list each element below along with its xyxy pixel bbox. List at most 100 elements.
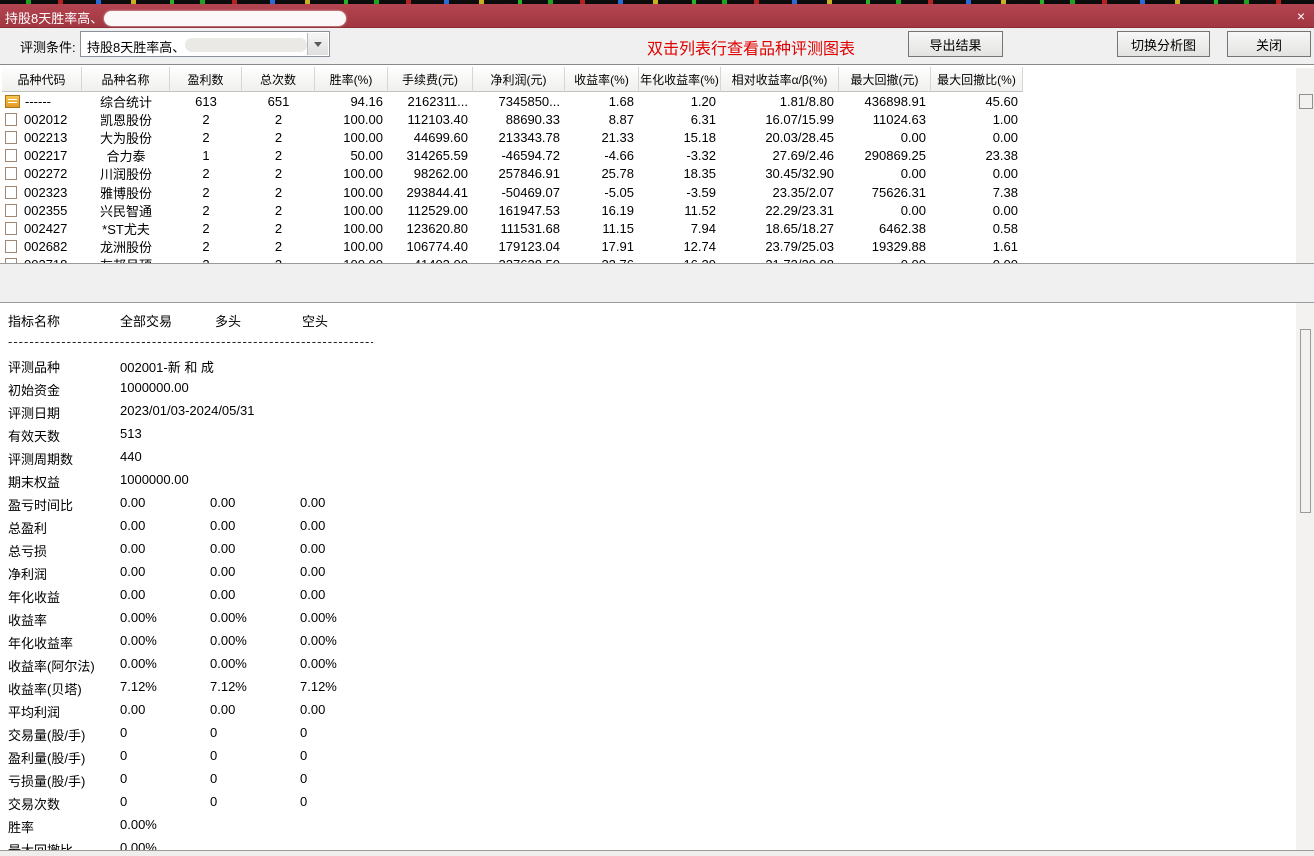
scrollbar-thumb[interactable] [1300,329,1311,513]
stat-value: 0 [300,748,307,763]
row-checkbox[interactable] [5,222,17,235]
table-cell: 1.20 [639,94,721,109]
stat-value: 7.12% [300,679,337,694]
column-header[interactable]: 品种名称 [82,67,170,92]
table-cell: 2 [170,166,242,181]
stock-code-cell: 002355 [2,203,82,218]
stat-value: 0.00 [300,518,325,533]
stat-row: 评测品种002001-新 和 成 [8,357,1278,377]
stat-label: 期末权益 [8,472,60,491]
table-cell: 213343.78 [473,130,565,145]
stat-value: 0.00% [210,633,247,648]
table-row[interactable]: 002012凯恩股份22100.00112103.4088690.338.876… [2,110,1032,128]
stat-value: 0.00% [120,656,157,671]
bottom-edge-strip [0,850,1314,856]
table-row[interactable]: 002427*ST尤夫22100.00123620.80111531.6811.… [2,219,1032,237]
stat-value: 0.00 [300,587,325,602]
stat-value: 0.00 [210,702,235,717]
column-header[interactable]: 盈利数 [170,67,242,92]
redaction-blob [104,11,346,26]
stock-code: 002323 [24,185,67,200]
export-results-button[interactable]: 导出结果 [908,31,1003,57]
stat-label: 收益率(阿尔法) [8,656,95,675]
switch-analysis-chart-button[interactable]: 切换分析图 [1117,31,1210,57]
table-row[interactable]: 002355兴民智通22100.00112529.00161947.5316.1… [2,201,1032,219]
row-checkbox[interactable] [5,149,17,162]
row-checkbox[interactable] [5,131,17,144]
table-scrollbar[interactable] [1296,68,1314,263]
table-row[interactable]: 002718友邦吊顶22100.0041402.00227638.5022.76… [2,256,1032,263]
column-header[interactable]: 手续费(元) [388,67,473,92]
table-cell: 7.94 [639,221,721,236]
stock-code-cell: 002323 [2,185,82,200]
condition-combobox[interactable]: 持股8天胜率高、 [80,31,330,57]
stat-label: 总盈利 [8,518,47,537]
double-click-hint: 双击列表行查看品种评测图表 [647,35,855,59]
row-checkbox[interactable] [5,240,17,253]
table-row[interactable]: 002272川润股份22100.0098262.00257846.9125.78… [2,165,1032,183]
stat-value: 0.00% [210,656,247,671]
column-header[interactable]: 总次数 [242,67,315,92]
table-row[interactable]: 002682龙洲股份22100.00106774.40179123.0417.9… [2,238,1032,256]
table-cell: 111531.68 [473,221,565,236]
table-cell: -5.05 [565,185,639,200]
scrollbar-thumb[interactable] [1299,94,1313,109]
table-cell: 21.33 [565,130,639,145]
close-icon[interactable]: × [1292,7,1310,25]
stock-name: 友邦吊顶 [82,255,170,263]
row-checkbox[interactable] [5,113,17,126]
column-header[interactable]: 收益率(%) [565,67,639,92]
row-checkbox[interactable] [5,167,17,180]
table-cell: 2 [170,130,242,145]
stats-header: 指标名称 [8,311,60,330]
column-header[interactable]: 最大回撤比(%) [931,67,1023,92]
table-cell: 0.00 [839,203,931,218]
table-cell: 100.00 [315,112,388,127]
stat-value: 0 [300,771,307,786]
stock-name: 龙洲股份 [82,237,170,256]
table-cell: 123620.80 [388,221,473,236]
column-header[interactable]: 年化收益率(%) [639,67,721,92]
close-button[interactable]: 关闭 [1227,31,1311,57]
stock-code: 002213 [24,130,67,145]
column-header[interactable]: 相对收益率α/β(%) [721,67,839,92]
stat-row: 评测日期2023/01/03-2024/05/31 [8,403,1278,423]
stat-label: 总亏损 [8,541,47,560]
stat-value: 7.12% [210,679,247,694]
table-cell: 1.81/8.80 [721,94,839,109]
stock-code-cell: 002682 [2,239,82,254]
combobox-dropdown-button[interactable] [307,33,328,55]
stat-value: 0.00% [120,817,157,832]
column-header[interactable]: 净利润(元) [473,67,565,92]
row-checkbox[interactable] [5,204,17,217]
column-header[interactable]: 最大回撤(元) [839,67,931,92]
table-cell: 7.38 [931,185,1023,200]
table-cell: 0.00 [931,166,1023,181]
column-header[interactable]: 胜率(%) [315,67,388,92]
stock-code: 002217 [24,148,67,163]
table-row[interactable]: ------综合统计61365194.162162311...7345850..… [2,92,1032,110]
stock-name: 雅博股份 [82,183,170,202]
table-row[interactable]: 002213大为股份22100.0044699.60213343.7821.33… [2,128,1032,146]
stat-value: 7.12% [120,679,157,694]
row-checkbox[interactable] [5,186,17,199]
stock-code: 002427 [24,221,67,236]
table-row[interactable]: 002217合力泰1250.00314265.59-46594.72-4.66-… [2,147,1032,165]
table-cell: 18.35 [639,166,721,181]
stat-value: 0 [300,725,307,740]
table-row[interactable]: 002323雅博股份22100.00293844.41-50469.07-5.0… [2,183,1032,201]
table-cell: 20.03/28.45 [721,130,839,145]
table-cell: 6.31 [639,112,721,127]
table-cell: 2 [170,185,242,200]
stat-label: 收益率(贝塔) [8,679,82,698]
column-header[interactable]: 品种代码 [2,67,82,92]
stat-row: 收益率0.00%0.00%0.00% [8,610,1278,630]
stat-value: 0.00 [120,518,145,533]
table-cell: 651 [242,94,315,109]
stat-label: 亏损量(股/手) [8,771,85,790]
stat-row: 评测周期数440 [8,449,1278,469]
table-cell: 2 [242,221,315,236]
stat-value: 0.00% [120,610,157,625]
stat-label: 净利润 [8,564,47,583]
stats-scrollbar[interactable] [1296,303,1314,850]
